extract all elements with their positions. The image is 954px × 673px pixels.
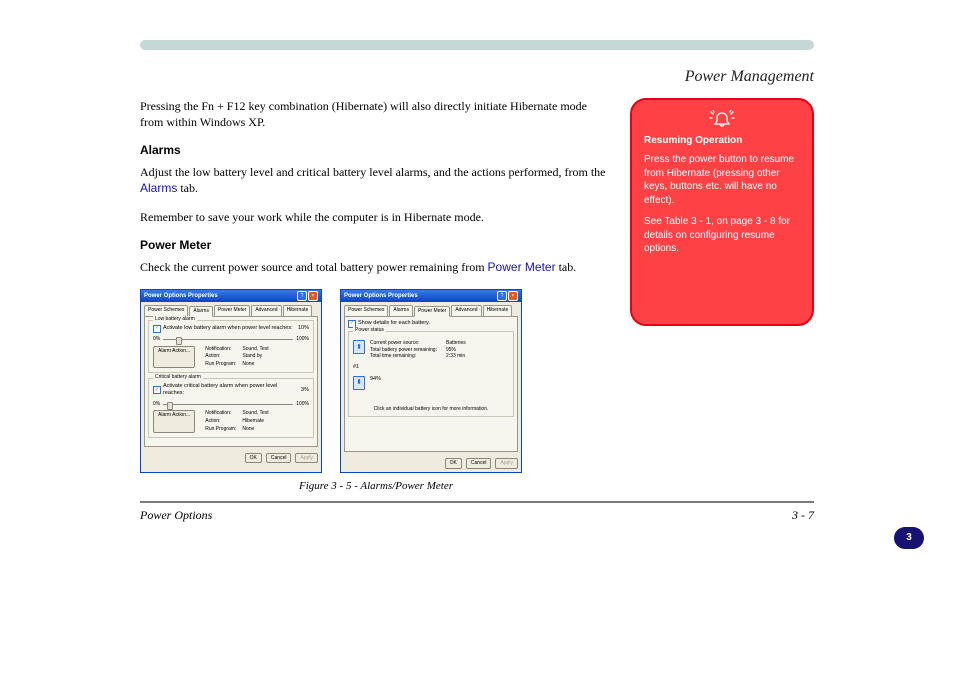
alert-title: Resuming Operation xyxy=(644,134,800,148)
footer-right: 3 - 7 xyxy=(792,507,814,523)
alarms-p1-post: tab. xyxy=(177,181,198,195)
tab-hibernate[interactable]: Hibernate xyxy=(283,305,313,316)
critical-battery-slider[interactable] xyxy=(163,404,293,405)
critical-battery-percent: 3% xyxy=(301,387,309,394)
critical-battery-group: Critical battery alarm ✓ Activate critic… xyxy=(148,378,314,438)
tab-hibernate-pm[interactable]: Hibernate xyxy=(483,305,513,316)
titlebar-help-icon[interactable]: ? xyxy=(297,291,307,301)
titlebar-text-pm: Power Options Properties xyxy=(344,292,418,300)
titlebar-help-icon-pm[interactable]: ? xyxy=(497,291,507,301)
alert-paragraph-2: See Table 3 - 1, on page 3 - 8 for detai… xyxy=(644,215,800,256)
cancel-button-pm[interactable]: Cancel xyxy=(466,458,492,469)
top-divider xyxy=(140,40,814,50)
ok-button[interactable]: OK xyxy=(245,453,262,464)
alert-callout: Resuming Operation Press the power butto… xyxy=(630,98,814,326)
alarms-heading: Alarms xyxy=(140,142,612,158)
critical-battery-legend: Critical battery alarm xyxy=(153,374,203,381)
pm-current-power-label: Current power source: xyxy=(370,340,440,347)
scale-right-crit: 100% xyxy=(296,401,309,408)
scale-left-crit: 0% xyxy=(153,401,160,408)
figure-caption: Figure 3 - 5 - Alarms/Power Meter xyxy=(140,479,612,494)
pm-total-time-label: Total time remaining: xyxy=(370,353,440,360)
label-runprog-crit: Run Program: xyxy=(205,426,236,433)
power-status-legend: Power status xyxy=(353,327,386,334)
label-action: Action: xyxy=(205,353,236,360)
battery-number-label: #1 xyxy=(353,364,359,371)
footer-left: Power Options xyxy=(140,507,212,523)
low-battery-percent: 10% xyxy=(298,325,309,332)
low-action-value: Stand by xyxy=(242,353,268,360)
low-alarm-action-button[interactable]: Alarm Action... xyxy=(153,346,195,368)
alarms-paragraph-2: Remember to save your work while the com… xyxy=(140,209,612,225)
low-battery-legend: Low battery alarm xyxy=(153,316,197,323)
battery-1-value: 94% xyxy=(370,376,381,383)
tab-power-meter-pm[interactable]: Power Meter xyxy=(414,306,450,317)
tab-alarms-pm[interactable]: Alarms xyxy=(389,305,413,316)
pm-current-power-value: Batteries xyxy=(446,340,466,347)
battery-1-icon[interactable]: ▮ xyxy=(353,376,365,390)
power-meter-heading: Power Meter xyxy=(140,237,612,253)
pm-p-pre: Check the current power source and total… xyxy=(140,260,488,274)
critical-battery-checkbox[interactable]: ✓ xyxy=(153,386,161,394)
pm-total-time-value: 2:33 min xyxy=(446,353,465,360)
low-battery-slider[interactable] xyxy=(163,339,293,340)
low-battery-checkbox[interactable]: ✓ xyxy=(153,325,161,333)
alarms-tab-keyword: Alarms xyxy=(140,181,177,195)
alert-paragraph-1: Press the power button to resume from Hi… xyxy=(644,153,800,207)
titlebar-close-icon[interactable]: × xyxy=(308,291,318,301)
tab-power-schemes[interactable]: Power Schemes xyxy=(144,305,188,316)
pm-hint-text: Click an individual battery icon for mor… xyxy=(353,406,509,413)
critical-battery-check-label: Activate critical battery alarm when pow… xyxy=(163,383,299,398)
tab-row-pm: Power Schemes Alarms Power Meter Advance… xyxy=(341,302,521,316)
tab-power-meter[interactable]: Power Meter xyxy=(214,305,250,316)
crit-battery-slider-row: 0% 100% xyxy=(153,401,309,408)
titlebar: Power Options Properties ? × xyxy=(141,290,321,302)
titlebar-text: Power Options Properties xyxy=(144,292,218,300)
low-battery-group: Low battery alarm ✓ Activate low battery… xyxy=(148,320,314,373)
low-battery-check-label: Activate low battery alarm when power le… xyxy=(163,325,293,332)
titlebar-pm: Power Options Properties ? × xyxy=(341,290,521,302)
apply-button[interactable]: Apply xyxy=(295,453,318,464)
ok-button-pm[interactable]: OK xyxy=(445,458,462,469)
crit-action-value: Hibernate xyxy=(242,418,268,425)
pm-total-power-value: 95% xyxy=(446,347,456,354)
low-battery-slider-thumb[interactable] xyxy=(176,337,182,345)
battery-summary-icon: ▮ xyxy=(353,340,365,354)
cancel-button[interactable]: Cancel xyxy=(266,453,292,464)
pm-total-power-label: Total battery power remaining: xyxy=(370,347,440,354)
lead-paragraph: Pressing the Fn + F12 key combination (H… xyxy=(140,98,612,130)
crit-runprog-value: None xyxy=(242,426,268,433)
tab-power-schemes-pm[interactable]: Power Schemes xyxy=(344,305,388,316)
label-runprog: Run Program: xyxy=(205,361,236,368)
low-notification-value: Sound, Text xyxy=(242,346,268,353)
scale-right: 100% xyxy=(296,336,309,343)
tab-advanced-pm[interactable]: Advanced xyxy=(451,305,481,316)
label-notification-crit: Notification: xyxy=(205,410,236,417)
power-status-group: Power status ▮ Current power source:Batt… xyxy=(348,331,514,417)
tab-advanced[interactable]: Advanced xyxy=(251,305,281,316)
apply-button-pm[interactable]: Apply xyxy=(495,458,518,469)
low-battery-slider-row: 0% 100% xyxy=(153,336,309,343)
titlebar-close-icon-pm[interactable]: × xyxy=(508,291,518,301)
footer-rule xyxy=(140,501,814,503)
power-meter-dialog: Power Options Properties ? × Power Schem… xyxy=(340,289,522,473)
alarms-dialog: Power Options Properties ? × Power Schem… xyxy=(140,289,322,473)
critical-battery-slider-thumb[interactable] xyxy=(167,402,173,410)
tab-row: Power Schemes Alarms Power Meter Advance… xyxy=(141,302,321,316)
alarms-paragraph-1: Adjust the low battery level and critica… xyxy=(140,164,612,196)
bell-icon xyxy=(644,110,800,130)
pm-tab-keyword: Power Meter xyxy=(488,260,556,274)
chapter-badge: 3 xyxy=(894,527,924,549)
label-action-crit: Action: xyxy=(205,418,236,425)
label-notification: Notification: xyxy=(205,346,236,353)
low-runprog-value: None xyxy=(242,361,268,368)
alarms-p1-pre: Adjust the low battery level and critica… xyxy=(140,165,606,179)
scale-left: 0% xyxy=(153,336,160,343)
power-meter-paragraph: Check the current power source and total… xyxy=(140,259,612,275)
crit-alarm-action-button[interactable]: Alarm Action... xyxy=(153,410,195,432)
pm-p-post: tab. xyxy=(556,260,577,274)
page-title: Power Management xyxy=(685,66,814,88)
crit-notification-value: Sound, Text xyxy=(242,410,268,417)
